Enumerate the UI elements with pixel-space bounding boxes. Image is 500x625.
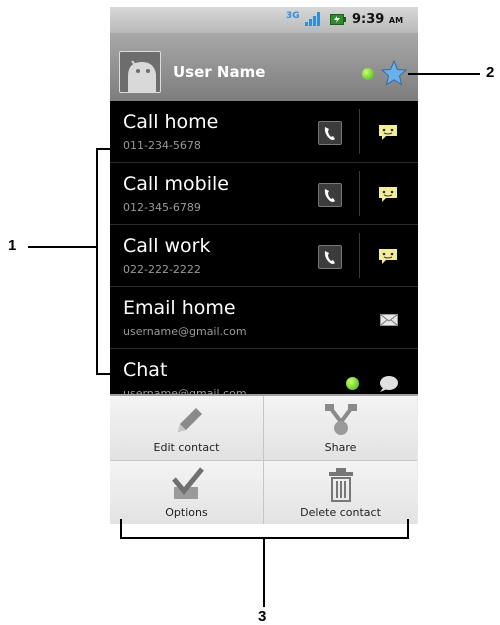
share-icon [325, 404, 357, 435]
row-title: Call mobile [123, 173, 229, 195]
call-icon[interactable] [318, 121, 342, 145]
phone-screen: 3G 9:39 AM User Name Call home 011-234-5… [110, 7, 418, 524]
row-detail: 012-345-6789 [123, 201, 201, 214]
android-avatar-icon [128, 60, 156, 92]
network-type-indicator: 3G [286, 11, 300, 21]
presence-icon [346, 377, 359, 390]
contact-row-call-mobile[interactable]: Call mobile 012-345-6789 [110, 163, 418, 225]
callout-1-bracket [96, 148, 98, 375]
share-button[interactable]: Share [264, 396, 417, 461]
call-icon[interactable] [318, 245, 342, 269]
row-title: Email home [123, 297, 236, 319]
sms-icon[interactable] [378, 123, 398, 141]
signal-icon [305, 12, 320, 26]
menu-item-label: Options [165, 506, 208, 519]
contact-row-call-home[interactable]: Call home 011-234-5678 [110, 101, 418, 163]
divider [359, 171, 360, 216]
callout-2-number: 2 [486, 64, 495, 81]
divider [359, 109, 360, 154]
email-icon[interactable] [380, 314, 398, 326]
options-button[interactable]: Options [110, 461, 264, 524]
delete-contact-button[interactable]: Delete contact [264, 461, 417, 524]
row-detail: 011-234-5678 [123, 139, 201, 152]
row-title: Chat [123, 359, 168, 381]
options-menu: Edit contact Share Options Delete contac… [110, 394, 418, 524]
row-title: Call work [123, 235, 211, 257]
callout-1-bracket [96, 148, 118, 150]
contact-avatar[interactable] [119, 51, 161, 93]
clock: 9:39 AM [352, 12, 404, 27]
menu-item-label: Delete contact [300, 506, 381, 519]
sms-icon[interactable] [378, 185, 398, 203]
divider [359, 233, 360, 278]
callout-3-bracket [120, 519, 122, 539]
callout-3-leader [263, 537, 265, 607]
trash-icon [329, 468, 353, 502]
callout-1-bracket [96, 373, 118, 375]
checklist-icon [172, 467, 204, 499]
pencil-icon [178, 408, 202, 432]
callout-1-number: 1 [8, 237, 17, 254]
battery-icon [330, 14, 346, 25]
callout-2-leader [408, 73, 480, 75]
menu-item-label: Edit contact [153, 441, 220, 454]
callout-1-leader [28, 246, 97, 248]
callout-3-bracket [407, 519, 409, 539]
menu-item-label: Share [324, 441, 357, 454]
call-icon[interactable] [318, 183, 342, 207]
row-detail: username@gmail.com [123, 325, 247, 338]
contact-row-call-work[interactable]: Call work 022-222-2222 [110, 225, 418, 287]
chat-icon[interactable] [377, 375, 399, 393]
favorite-star-icon[interactable] [381, 60, 407, 86]
contact-row-email-home[interactable]: Email home username@gmail.com [110, 287, 418, 349]
contact-name: User Name [173, 63, 266, 81]
contact-header: User Name [110, 33, 418, 102]
row-title: Call home [123, 111, 219, 133]
edit-contact-button[interactable]: Edit contact [110, 396, 264, 461]
row-detail: 022-222-2222 [123, 263, 201, 276]
status-bar: 3G 9:39 AM [110, 7, 418, 33]
online-status-icon [362, 68, 374, 80]
callout-3-number: 3 [258, 608, 267, 625]
sms-icon[interactable] [378, 247, 398, 265]
